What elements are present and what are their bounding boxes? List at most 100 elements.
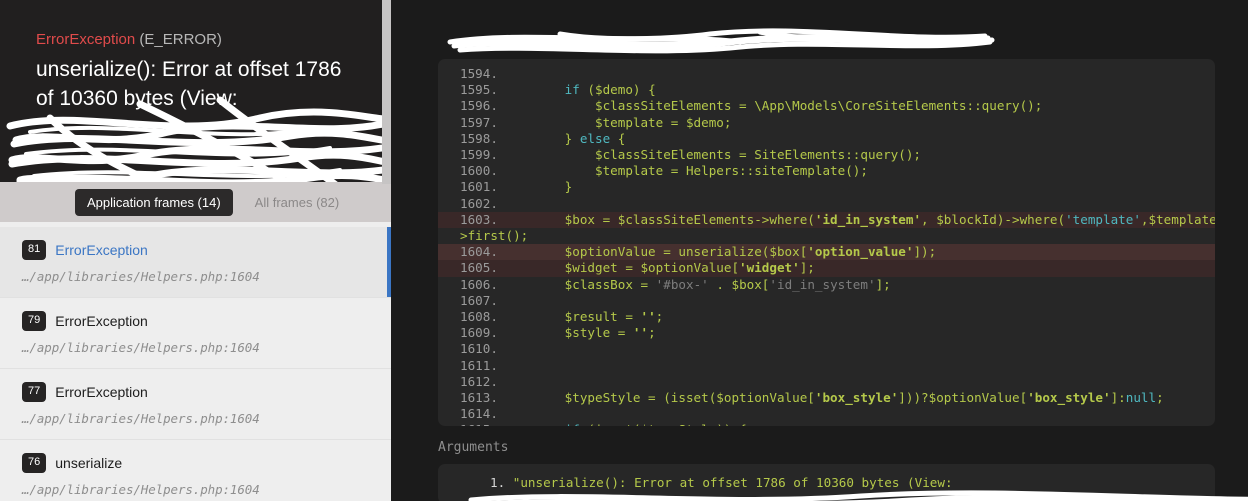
line-code: } else { bbox=[504, 130, 626, 146]
frame-header: 81 ErrorException bbox=[22, 240, 369, 260]
frame-number-badge: 81 bbox=[22, 240, 47, 260]
frame-number-badge: 77 bbox=[22, 382, 47, 402]
frame-list-item[interactable]: 76 unserialize …/app/libraries/Helpers.p… bbox=[0, 440, 391, 501]
code-line: 1610. bbox=[438, 341, 1215, 357]
exception-severity: (E_ERROR) bbox=[139, 31, 222, 48]
line-number: 1596. bbox=[460, 98, 498, 114]
line-number: 1594. bbox=[460, 66, 498, 81]
line-number: 1602. bbox=[460, 195, 498, 211]
tab-application-frames[interactable]: Application frames (14) bbox=[75, 188, 233, 216]
frame-name: ErrorException bbox=[55, 384, 148, 400]
line-number: 1600. bbox=[460, 163, 498, 179]
code-line: 1596. $classSiteElements = \App\Models\C… bbox=[438, 98, 1215, 114]
code-line: 1597. $template = $demo; bbox=[438, 115, 1215, 131]
line-number: 1598. bbox=[460, 130, 498, 146]
line-code: if (isset($typeStyle)) { bbox=[504, 422, 747, 426]
line-code: } bbox=[504, 179, 573, 195]
frame-list-item[interactable]: 81 ErrorException …/app/libraries/Helper… bbox=[0, 227, 391, 298]
sidebar-scrollbar-thumb[interactable] bbox=[382, 0, 391, 184]
frame-number-badge: 76 bbox=[22, 453, 47, 473]
code-line: 1606. $classBox = '#box-' . $box['id_in_… bbox=[438, 277, 1215, 293]
frame-filepath: …/app/libraries/Helpers.php:1604 bbox=[22, 411, 260, 426]
exception-class: ErrorException bbox=[36, 31, 136, 48]
code-line: 1602. bbox=[438, 196, 1215, 212]
frame-number-badge: 79 bbox=[22, 311, 47, 331]
code-line: 1599. $classSiteElements = SiteElements:… bbox=[438, 147, 1215, 163]
line-number: 1603. bbox=[460, 211, 498, 227]
code-line: 1609. $style = ''; bbox=[438, 325, 1215, 341]
line-number: 1607. bbox=[460, 292, 498, 308]
code-line: 1615. if (isset($typeStyle)) { bbox=[438, 422, 1215, 426]
frame-filepath: …/app/libraries/Helpers.php:1604 bbox=[22, 269, 260, 284]
exception-message: unserialize(): Error at offset 1786 of 1… bbox=[36, 58, 342, 110]
line-code: $typeStyle = (isset($optionValue['box_st… bbox=[504, 390, 1164, 406]
frame-name: ErrorException bbox=[55, 242, 148, 258]
arguments-block: 1. "unserialize(): Error at offset 1786 … bbox=[438, 464, 1215, 501]
code-line-highlighted: 1605. $widget = $optionValue['widget']; bbox=[438, 260, 1215, 277]
line-number: 1606. bbox=[460, 276, 498, 292]
code-line: 1612. bbox=[438, 374, 1215, 390]
code-line: 1611. bbox=[438, 358, 1215, 374]
line-code: $classSiteElements = SiteElements::query… bbox=[504, 147, 922, 163]
code-line: 1614. bbox=[438, 406, 1215, 422]
line-number: 1611. bbox=[460, 357, 498, 373]
arguments-title: Arguments bbox=[438, 440, 509, 455]
line-number: 1613. bbox=[460, 390, 498, 406]
line-number: 1615. bbox=[438, 422, 504, 426]
stacktrace-detail-pane: 1594. 1595. if ($demo) { 1596. $classSit… bbox=[391, 0, 1248, 501]
line-number: 1612. bbox=[460, 373, 498, 389]
editor-filepath-row bbox=[410, 0, 1229, 59]
line-code: if ($demo) { bbox=[564, 82, 656, 98]
line-number: 1599. bbox=[460, 147, 498, 163]
code-line-highlighted: 1603. $box = $classSiteElements->where('… bbox=[438, 211, 1215, 229]
exception-header: ErrorException (E_ERROR) unserialize(): … bbox=[0, 0, 391, 182]
line-number: 1595. bbox=[460, 82, 498, 98]
line-number: 1609. bbox=[460, 325, 498, 341]
line-code: $template = Helpers::siteTemplate(); bbox=[504, 163, 868, 179]
argument-index: 1. bbox=[490, 475, 506, 490]
argument-value: "unserialize(): Error at offset 1786 of … bbox=[512, 475, 953, 490]
code-line: 1613. $typeStyle = (isset($optionValue['… bbox=[438, 390, 1215, 406]
frame-header: 76 unserialize bbox=[22, 453, 369, 473]
line-number: 1605. bbox=[460, 260, 498, 276]
error-page: ErrorException (E_ERROR) unserialize(): … bbox=[0, 0, 1248, 501]
code-line: 1601. } bbox=[438, 179, 1215, 195]
line-code: $style = ''; bbox=[504, 325, 656, 341]
code-line: 1600. $template = Helpers::siteTemplate(… bbox=[438, 163, 1215, 179]
line-number: 1604. bbox=[460, 244, 498, 260]
exception-sidebar: ErrorException (E_ERROR) unserialize(): … bbox=[0, 0, 391, 501]
frames-list: 81 ErrorException …/app/libraries/Helper… bbox=[0, 222, 391, 501]
frame-list-item[interactable]: 79 ErrorException …/app/libraries/Helper… bbox=[0, 298, 391, 369]
line-number: 1608. bbox=[460, 309, 498, 325]
sidebar-scrollbar[interactable] bbox=[382, 0, 391, 501]
line-code: $classBox = '#box-' . $box['id_in_system… bbox=[504, 276, 891, 292]
source-code-block: 1594. 1595. if ($demo) { 1596. $classSit… bbox=[438, 59, 1215, 426]
line-number: 1601. bbox=[460, 179, 498, 195]
line-code: $classSiteElements = \App\Models\CoreSit… bbox=[504, 98, 1043, 114]
code-line-highlighted: 1604. $optionValue = unserialize($box['o… bbox=[438, 244, 1215, 261]
tab-all-frames[interactable]: All frames (82) bbox=[243, 189, 352, 216]
code-line: 1608. $result = ''; bbox=[438, 309, 1215, 325]
line-code: $optionValue = unserialize($box['option_… bbox=[504, 244, 937, 260]
code-line: 1598. } else { bbox=[438, 131, 1215, 147]
code-line-wrap: >first(); bbox=[460, 228, 529, 244]
frame-name: ErrorException bbox=[55, 313, 148, 329]
line-code: $widget = $optionValue['widget']; bbox=[504, 260, 815, 276]
line-code: $box = $classSiteElements->where('id_in_… bbox=[504, 211, 1215, 227]
argument-item: 1. "unserialize(): Error at offset 1786 … bbox=[438, 475, 1215, 491]
editor-filepath bbox=[438, 26, 1229, 41]
line-number: 1614. bbox=[460, 406, 498, 422]
line-code: $result = ''; bbox=[504, 309, 664, 325]
line-number: 1610. bbox=[460, 341, 498, 357]
code-line: 1607. bbox=[438, 293, 1215, 309]
line-number: 1597. bbox=[460, 114, 498, 130]
frames-tabbar: Application frames (14) All frames (82) bbox=[0, 182, 391, 222]
frame-list-item[interactable]: 77 ErrorException …/app/libraries/Helper… bbox=[0, 369, 391, 440]
frame-filepath: …/app/libraries/Helpers.php:1604 bbox=[22, 340, 260, 355]
frame-name: unserialize bbox=[55, 455, 123, 471]
frame-filepath: …/app/libraries/Helpers.php:1604 bbox=[22, 482, 260, 497]
exception-class-line: ErrorException (E_ERROR) bbox=[36, 30, 355, 49]
frames-list-wrap: 81 ErrorException …/app/libraries/Helper… bbox=[0, 222, 391, 501]
frame-header: 79 ErrorException bbox=[22, 311, 369, 331]
code-line: 1594. bbox=[438, 66, 1215, 82]
